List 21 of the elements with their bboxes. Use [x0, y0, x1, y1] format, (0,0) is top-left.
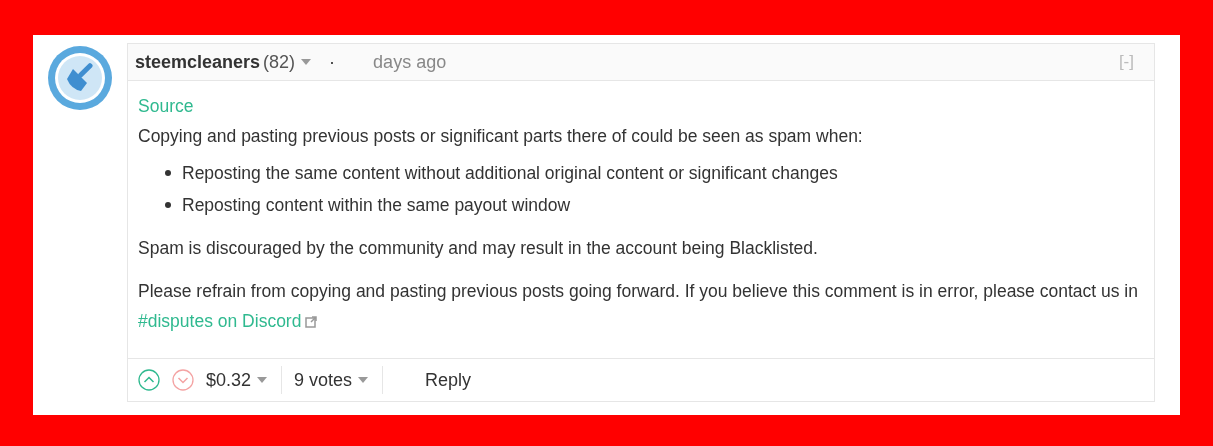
author-name[interactable]: steemcleaners [135, 51, 261, 73]
bullet-icon [165, 170, 171, 176]
external-link-icon [305, 316, 318, 328]
caret-icon[interactable] [301, 59, 312, 65]
separator-dot: · [329, 51, 336, 73]
paragraph: Spam is discouraged by the community and may result in the account being Blacklisted. [138, 237, 819, 260]
caret-icon[interactable] [257, 377, 268, 383]
payout-amount: $0.32 [206, 369, 252, 391]
vote-count[interactable]: 9 votes [294, 369, 353, 391]
downvote-button[interactable] [172, 369, 194, 391]
intro-text: Copying and pasting previous posts or significant parts there of could be seen as spam when: [138, 125, 864, 148]
paragraph: Please refrain from copying and pasting previous posts going forward. If you believe this comment is in error, please contact us in #disputes on Discord [138, 280, 1139, 333]
caret-icon[interactable] [358, 377, 369, 383]
reputation-score: (82) [263, 51, 296, 73]
reply-button[interactable]: Reply [425, 369, 472, 391]
avatar-logo [47, 45, 113, 111]
list-item-text: Reposting content within the same payout window [182, 195, 571, 215]
upvote-button[interactable] [138, 369, 160, 391]
timestamp: days ago [373, 51, 447, 73]
bullet-icon [165, 202, 171, 208]
list-item-text: Reposting the same content without additional original content or significant changes [182, 163, 838, 183]
